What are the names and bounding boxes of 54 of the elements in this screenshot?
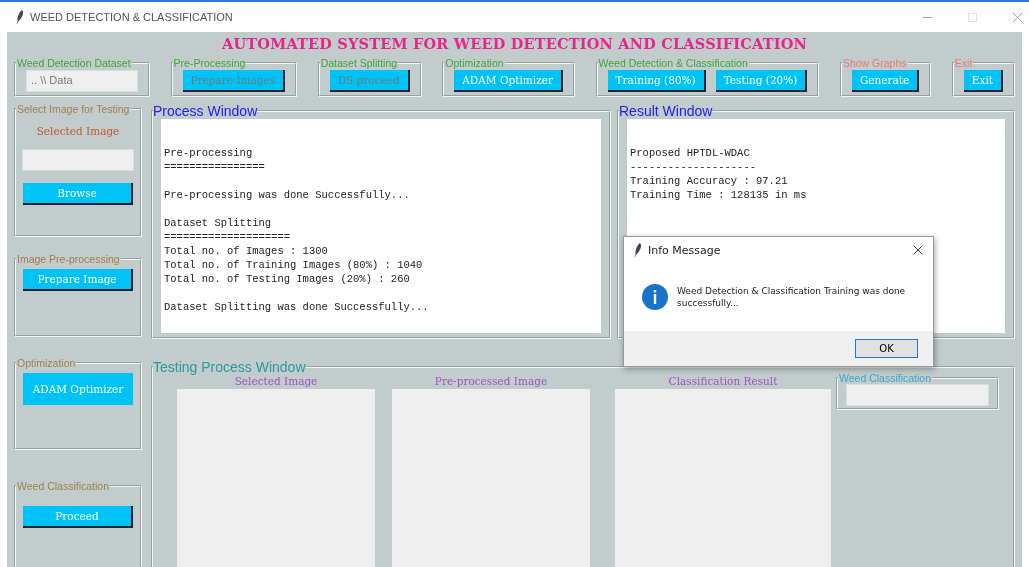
ok-button[interactable]: OK (855, 339, 918, 358)
panel-title: Testing Process Window (153, 359, 306, 375)
log-line: Total no. of Testing Images (20%) : 260 (164, 272, 411, 286)
group-label: Exit (953, 57, 974, 69)
group-label: Pre-Processing (172, 57, 247, 69)
group-label: Weed Classification (16, 480, 110, 492)
group-label: Select Image for Testing (16, 103, 131, 115)
group-label: Show Graphs (841, 57, 908, 69)
info-icon (642, 284, 668, 310)
image-path-field[interactable] (22, 149, 134, 171)
log-line: Pre-processing (164, 146, 254, 160)
action-button[interactable]: ADAM Optimizer (454, 70, 563, 92)
log-line: ==================== (164, 230, 292, 244)
group-label: Weed Detection & Classification (597, 57, 749, 69)
action-button[interactable]: Generate (851, 70, 920, 92)
group-label: Weed Classification (838, 372, 932, 384)
log-line: Total no. of Training Images (80%) : 1040 (164, 258, 424, 272)
action-button[interactable]: Exit (963, 70, 1003, 92)
log-line: Dataset Splitting was done Successfully... (164, 300, 430, 314)
action-button[interactable]: Training (80%) (607, 70, 706, 92)
action-button[interactable]: Testing (20%) (715, 70, 808, 92)
log-line: Pre-processing was done Successfully... (164, 188, 411, 202)
group-label: Image Pre-processing (16, 253, 121, 265)
log-line: Proposed HPTDL-WDAC (630, 146, 751, 160)
path-field[interactable]: .. \\ Data (26, 70, 138, 92)
action-button[interactable]: Browse (23, 183, 133, 205)
maximize-icon[interactable] (967, 11, 978, 23)
close-icon[interactable] (913, 245, 923, 255)
dialog-title: Info Message (648, 243, 721, 257)
group-label: Dataset Splitting (319, 57, 399, 69)
log-line: Dataset Splitting (164, 216, 273, 230)
dialog-message: Weed Detection & Classification Training was done successfully... (677, 285, 907, 309)
feather-icon (16, 10, 24, 24)
log-line: Training Time : 128135 in ms (630, 188, 808, 202)
group-label: Optimization (444, 57, 505, 69)
log-line: ================ (164, 160, 266, 174)
panel-title: Result Window (619, 103, 713, 119)
group-label: Weed Detection Dataset (16, 57, 132, 69)
action-button[interactable]: Proceed (23, 506, 133, 528)
window-title: WEED DETECTION & CLASSIFICATION (30, 11, 233, 23)
action-button[interactable]: Prepare Image (23, 269, 133, 291)
group-label: Optimization (16, 357, 77, 369)
feather-icon (634, 243, 642, 257)
action-button[interactable]: ADAM Optimizer (23, 373, 133, 405)
image-caption: Selected Image (234, 375, 318, 387)
log-line: Training Accuracy : 97.21 (630, 174, 789, 188)
image-caption: Pre-processed Image (434, 375, 548, 387)
app-heading: AUTOMATED SYSTEM FOR WEED DETECTION AND CLASSIFICATION (221, 34, 808, 54)
log-line: -------------------- (630, 160, 758, 174)
image-caption: Classification Result (668, 375, 778, 387)
classification-field[interactable] (846, 384, 989, 406)
field-caption: Selected Image (36, 125, 120, 137)
panel-title: Process Window (153, 103, 258, 119)
log-line: Total no. of Images : 1300 (164, 244, 329, 258)
